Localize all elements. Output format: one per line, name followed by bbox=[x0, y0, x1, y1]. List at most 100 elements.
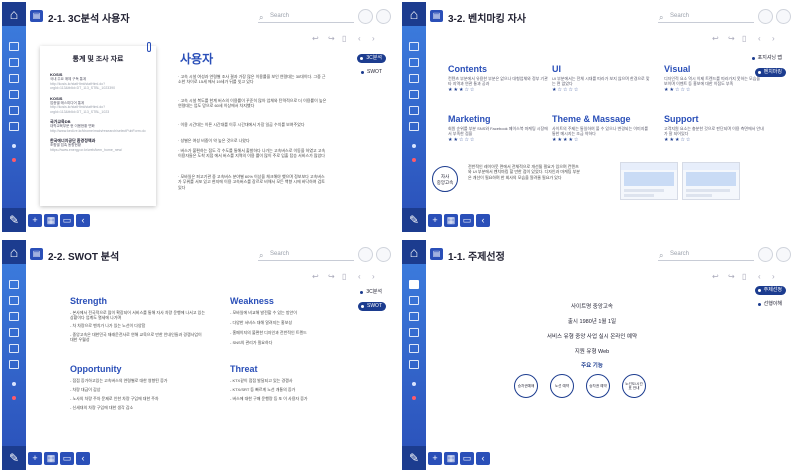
nav-dot[interactable] bbox=[12, 382, 16, 386]
back-icon[interactable]: ‹ bbox=[76, 452, 90, 465]
nav-dot-active[interactable] bbox=[412, 396, 416, 400]
search-input[interactable]: ⌕ Search bbox=[658, 249, 754, 261]
people-icon[interactable] bbox=[9, 328, 19, 337]
search-input[interactable]: ⌕ Search bbox=[658, 11, 754, 23]
document-icon[interactable] bbox=[409, 58, 419, 67]
back-icon[interactable]: ‹ bbox=[476, 452, 490, 465]
prev-icon[interactable]: ‹ bbox=[758, 34, 761, 43]
nav-dot[interactable] bbox=[412, 144, 416, 148]
back-icon[interactable]: ‹ bbox=[76, 214, 90, 227]
folder-icon[interactable]: ▭ bbox=[60, 452, 74, 465]
undo-icon[interactable]: ↩ bbox=[312, 34, 319, 43]
checklist-icon[interactable] bbox=[409, 42, 419, 51]
pen-icon[interactable]: ✎ bbox=[402, 208, 426, 232]
trash-icon[interactable]: ▯ bbox=[742, 34, 746, 43]
nav-dot[interactable] bbox=[412, 382, 416, 386]
people-icon[interactable] bbox=[409, 90, 419, 99]
people-icon[interactable] bbox=[9, 90, 19, 99]
redo-icon[interactable]: ↪ bbox=[728, 272, 735, 281]
document-icon[interactable] bbox=[9, 58, 19, 67]
home-icon[interactable]: ⌂ bbox=[402, 2, 426, 26]
monitor-icon[interactable] bbox=[409, 106, 419, 115]
pen-icon[interactable]: ✎ bbox=[2, 446, 26, 470]
nav-dot-active[interactable] bbox=[12, 396, 16, 400]
side-tab-swot[interactable]: SWOT bbox=[358, 68, 386, 77]
add-icon[interactable]: + bbox=[28, 452, 42, 465]
network-icon[interactable] bbox=[9, 360, 19, 369]
grid-icon[interactable]: ▦ bbox=[44, 452, 58, 465]
nav-dot[interactable] bbox=[12, 144, 16, 148]
toggle-circle-1[interactable] bbox=[758, 247, 773, 262]
redo-icon[interactable]: ↪ bbox=[328, 34, 335, 43]
back-icon[interactable]: ‹ bbox=[476, 214, 490, 227]
trash-icon[interactable]: ▯ bbox=[742, 272, 746, 281]
toggle-circle-1[interactable] bbox=[758, 9, 773, 24]
prev-icon[interactable]: ‹ bbox=[358, 272, 361, 281]
prev-icon[interactable]: ‹ bbox=[758, 272, 761, 281]
search-input[interactable]: ⌕ Search bbox=[258, 249, 354, 261]
toggle-circle-2[interactable] bbox=[376, 247, 391, 262]
undo-icon[interactable]: ↩ bbox=[712, 272, 719, 281]
toggle-circle-2[interactable] bbox=[376, 9, 391, 24]
document-icon[interactable] bbox=[9, 296, 19, 305]
monitor-icon[interactable] bbox=[409, 344, 419, 353]
prev-icon[interactable]: ‹ bbox=[358, 34, 361, 43]
checklist-icon[interactable] bbox=[409, 280, 419, 289]
redo-icon[interactable]: ↪ bbox=[728, 34, 735, 43]
side-tab-swot[interactable]: SWOT bbox=[358, 302, 386, 311]
network-icon[interactable] bbox=[9, 122, 19, 131]
search-input[interactable]: ⌕ Search bbox=[258, 11, 354, 23]
next-icon[interactable]: › bbox=[372, 34, 375, 43]
toggle-circle-1[interactable] bbox=[358, 9, 373, 24]
add-icon[interactable]: + bbox=[428, 214, 442, 227]
pen-icon[interactable]: ✎ bbox=[2, 208, 26, 232]
chart-icon[interactable] bbox=[409, 312, 419, 321]
toggle-circle-2[interactable] bbox=[776, 247, 791, 262]
redo-icon[interactable]: ↪ bbox=[328, 272, 335, 281]
side-tab-topic[interactable]: 주제선정 bbox=[754, 286, 786, 295]
undo-icon[interactable]: ↩ bbox=[312, 272, 319, 281]
side-tab-positioning[interactable]: 포지셔닝 맵 bbox=[749, 54, 786, 63]
undo-icon[interactable]: ↩ bbox=[712, 34, 719, 43]
toggle-circle-1[interactable] bbox=[358, 247, 373, 262]
home-icon[interactable]: ⌂ bbox=[402, 240, 426, 264]
side-tab-3c[interactable]: 3C분석 bbox=[357, 288, 386, 297]
document-icon[interactable] bbox=[409, 296, 419, 305]
next-icon[interactable]: › bbox=[772, 34, 775, 43]
source-url[interactable]: http://kosis.kr/statHtml/statHtml.do?org… bbox=[50, 105, 146, 114]
chart-icon[interactable] bbox=[9, 74, 19, 83]
grid-icon[interactable]: ▦ bbox=[44, 214, 58, 227]
nav-dot-active[interactable] bbox=[12, 158, 16, 162]
pen-icon[interactable]: ✎ bbox=[402, 446, 426, 470]
nav-dot-active[interactable] bbox=[412, 158, 416, 162]
people-icon[interactable] bbox=[409, 328, 419, 337]
toggle-circle-2[interactable] bbox=[776, 9, 791, 24]
chart-icon[interactable] bbox=[409, 74, 419, 83]
chart-icon[interactable] bbox=[9, 312, 19, 321]
network-icon[interactable] bbox=[409, 360, 419, 369]
side-tab-3c[interactable]: 3C분석 bbox=[357, 54, 386, 63]
source-url[interactable]: http://www.kedi.re.kr/khome/main/researc… bbox=[50, 129, 146, 134]
source-url[interactable]: http://kosis.kr/statHtml/statHtml.do?org… bbox=[50, 82, 146, 91]
network-icon[interactable] bbox=[409, 122, 419, 131]
trash-icon[interactable]: ▯ bbox=[342, 34, 346, 43]
home-icon[interactable]: ⌂ bbox=[2, 2, 26, 26]
grid-icon[interactable]: ▦ bbox=[444, 214, 458, 227]
folder-icon[interactable]: ▭ bbox=[60, 214, 74, 227]
checklist-icon[interactable] bbox=[9, 280, 19, 289]
add-icon[interactable]: + bbox=[28, 214, 42, 227]
trash-icon[interactable]: ▯ bbox=[342, 272, 346, 281]
source-url[interactable]: https://www.energy.or.kr/web/kem_home_ne… bbox=[50, 148, 146, 153]
grid-icon[interactable]: ▦ bbox=[444, 452, 458, 465]
next-icon[interactable]: › bbox=[772, 272, 775, 281]
side-tab-benchmark[interactable]: 벤치마킹 bbox=[754, 68, 786, 77]
home-icon[interactable]: ⌂ bbox=[2, 240, 26, 264]
add-icon[interactable]: + bbox=[428, 452, 442, 465]
next-icon[interactable]: › bbox=[372, 272, 375, 281]
folder-icon[interactable]: ▭ bbox=[460, 452, 474, 465]
checklist-icon[interactable] bbox=[9, 42, 19, 51]
monitor-icon[interactable] bbox=[9, 106, 19, 115]
side-tab-prior[interactable]: 선행이해 bbox=[755, 300, 786, 309]
monitor-icon[interactable] bbox=[9, 344, 19, 353]
folder-icon[interactable]: ▭ bbox=[460, 214, 474, 227]
